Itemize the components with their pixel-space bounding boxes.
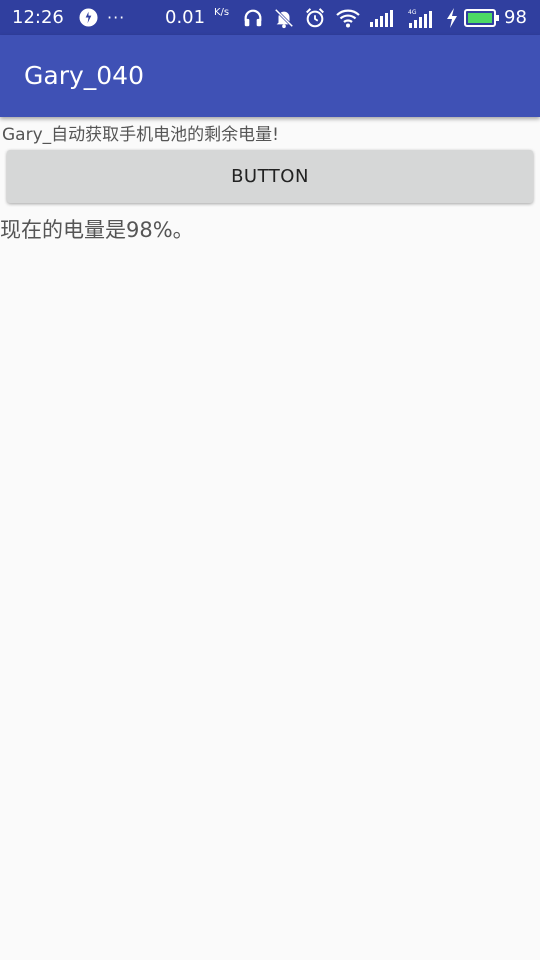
notifications-off-icon	[273, 0, 295, 35]
get-battery-button[interactable]: BUTTON	[7, 150, 533, 203]
app-bar: Gary_040	[0, 35, 540, 117]
network-speed: 0.01	[165, 7, 206, 28]
network-speed-unit: K/s	[214, 7, 230, 18]
battery-level: 98	[504, 7, 527, 28]
headphones-icon	[242, 0, 264, 35]
wifi-icon	[336, 0, 360, 35]
alarm-icon	[304, 0, 326, 35]
cell-signal-4g-icon: 4G	[408, 0, 436, 35]
battery-result-text: 现在的电量是98%。	[0, 218, 194, 242]
battery-icon	[464, 0, 500, 35]
sync-icon	[79, 0, 98, 35]
more-notifications-indicator: ···	[107, 8, 126, 27]
main-content: Gary_自动获取手机电池的剩余电量! BUTTON 现在的电量是98%。	[0, 117, 540, 960]
status-bar: 12:26 ··· 0.01 K/s 4G 98	[0, 0, 540, 35]
cell-signal-icon	[369, 0, 396, 35]
svg-text:4G: 4G	[408, 9, 417, 16]
description-text: Gary_自动获取手机电池的剩余电量!	[2, 125, 279, 145]
status-time: 12:26	[12, 7, 64, 28]
charging-icon	[446, 0, 458, 35]
app-title: Gary_040	[24, 61, 144, 90]
